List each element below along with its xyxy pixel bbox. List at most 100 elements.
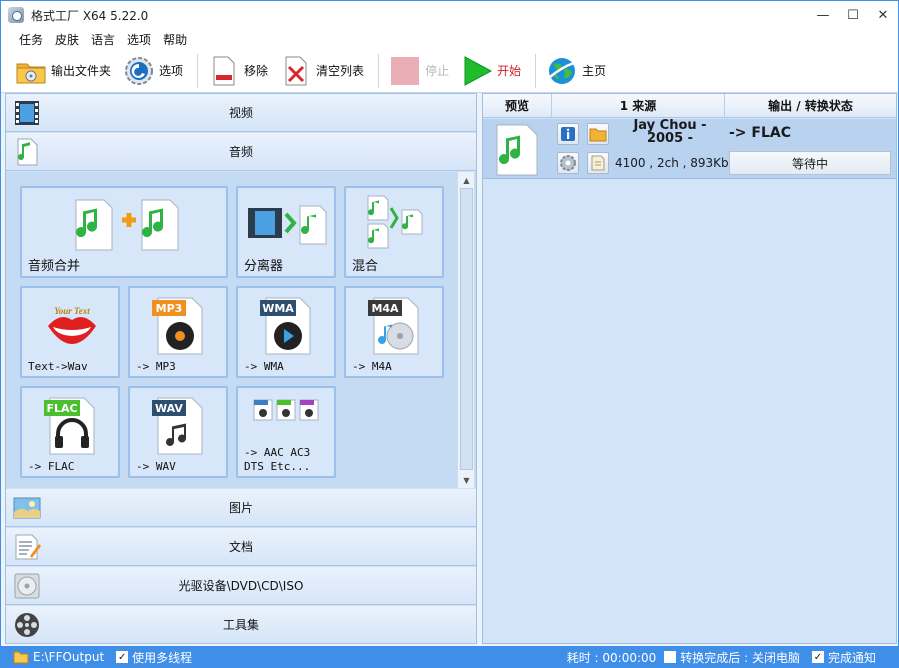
task-list-header: 预览 1 来源 输出 / 转换状态 — [483, 94, 896, 118]
category-panel: 视频 音频 音频合并 分离器 混合 Your Text Text->Wav MP… — [5, 93, 477, 644]
m4a-badge: M4A — [371, 302, 399, 315]
globe-icon — [546, 55, 578, 87]
open-folder-button[interactable] — [587, 123, 609, 145]
to-wma-tile[interactable]: WMA -> WMA — [236, 286, 336, 378]
category-tools[interactable]: 工具集 — [6, 606, 476, 644]
clear-list-icon — [280, 55, 312, 87]
audio-merge-tile[interactable]: 音频合并 — [20, 186, 228, 278]
to-aac-ac3-dts-tile[interactable]: -> AAC AC3 DTS Etc... — [236, 386, 336, 478]
category-document[interactable]: 文档 — [6, 528, 476, 566]
elapsed-time: 耗时 : 00:00:00 — [567, 649, 657, 666]
text-to-wav-tile[interactable]: Your Text Text->Wav — [20, 286, 120, 378]
menu-language[interactable]: 语言 — [85, 31, 121, 48]
maximize-button[interactable]: ☐ — [838, 1, 868, 29]
wma-file-icon: WMA — [260, 297, 311, 355]
remove-button[interactable]: 移除 — [204, 51, 272, 91]
to-mp3-label: -> MP3 — [136, 360, 176, 373]
toolbar: 输出文件夹 选项 移除 清空列表 停止 开始 主页 — [1, 49, 898, 93]
start-button[interactable]: 开始 — [457, 51, 525, 91]
audio-splitter-label: 分离器 — [244, 259, 284, 274]
after-done-option[interactable]: 转换完成后 : 关闭电脑 — [664, 649, 800, 666]
header-output-status[interactable]: 输出 / 转换状态 — [725, 94, 896, 117]
scroll-thumb[interactable] — [460, 188, 473, 470]
audio-splitter-tile[interactable]: 分离器 — [236, 186, 336, 278]
source-title-line2: 2005 - — [646, 131, 694, 146]
task-row[interactable]: Jay Chou - 2005 - 4100 , 2ch , 893Kb -> … — [483, 119, 896, 179]
to-m4a-label: -> M4A — [352, 360, 392, 373]
clip-button[interactable] — [587, 152, 609, 174]
toolbar-separator — [378, 53, 380, 88]
clear-list-label: 清空列表 — [316, 64, 365, 78]
audio-tools-area: 音频合并 分离器 混合 Your Text Text->Wav MP3 -> M… — [6, 172, 476, 488]
stop-button[interactable]: 停止 — [385, 51, 453, 91]
audio-file-preview-icon — [496, 124, 538, 176]
options-button[interactable]: 选项 — [119, 51, 187, 91]
category-video[interactable]: 视频 — [6, 94, 476, 132]
output-path: E:\FFOutput — [33, 650, 105, 664]
scroll-down-icon[interactable]: ▼ — [458, 472, 475, 488]
clear-list-button[interactable]: 清空列表 — [276, 51, 368, 91]
to-flac-tile[interactable]: FLAC -> FLAC — [20, 386, 120, 478]
notify-checkbox[interactable]: ✓ — [811, 651, 824, 663]
picture-icon — [12, 493, 42, 523]
audio-mix-tile[interactable]: 混合 — [344, 186, 444, 278]
output-folder-button[interactable]: 输出文件夹 — [11, 51, 115, 91]
app-logo-icon — [8, 7, 24, 23]
category-audio-label: 音频 — [228, 145, 253, 159]
category-optical-disc[interactable]: 光驱设备\DVD\CD\ISO — [6, 567, 476, 605]
toolbar-separator — [535, 53, 537, 88]
flac-badge: FLAC — [46, 402, 77, 415]
disc-icon — [12, 571, 42, 601]
title-bar: 格式工厂 X64 5.22.0 — ☐ ✕ — [1, 1, 898, 29]
multithread-option[interactable]: ✓ 使用多线程 — [116, 649, 192, 666]
mp3-file-icon: MP3 — [152, 297, 203, 355]
scroll-up-icon[interactable]: ▲ — [458, 172, 475, 188]
header-source[interactable]: 1 来源 — [552, 94, 725, 117]
category-picture[interactable]: 图片 — [6, 489, 476, 527]
window-title: 格式工厂 X64 5.22.0 — [31, 8, 149, 23]
notify-label: 完成通知 — [827, 650, 876, 665]
folder-icon — [13, 651, 29, 664]
flac-file-icon: FLAC — [44, 397, 95, 455]
category-tools-label: 工具集 — [222, 618, 259, 632]
category-audio[interactable]: 音频 — [6, 133, 476, 171]
to-wav-label: -> WAV — [136, 460, 176, 473]
audio-merge-label: 音频合并 — [28, 259, 81, 274]
category-document-label: 文档 — [228, 540, 253, 554]
home-label: 主页 — [582, 64, 607, 78]
stop-label: 停止 — [425, 64, 450, 78]
close-button[interactable]: ✕ — [868, 1, 898, 29]
menu-help[interactable]: 帮助 — [157, 31, 193, 48]
audio-merge-icon — [75, 199, 179, 251]
window-controls: — ☐ ✕ — [808, 1, 898, 29]
task-settings-button[interactable] — [557, 152, 579, 174]
splitter-icon — [248, 205, 327, 245]
folder-icon — [15, 55, 47, 87]
to-wav-tile[interactable]: WAV -> WAV — [128, 386, 228, 478]
to-aac-ac3-dts-label: -> AAC AC3 DTS Etc... — [244, 446, 311, 473]
task-status[interactable]: 等待中 — [729, 151, 891, 175]
menu-task[interactable]: 任务 — [13, 31, 49, 48]
to-mp3-tile[interactable]: MP3 -> MP3 — [128, 286, 228, 378]
menu-skin[interactable]: 皮肤 — [49, 31, 85, 48]
after-done-label: 转换完成后 : 关闭电脑 — [680, 650, 800, 665]
category-video-label: 视频 — [228, 106, 253, 120]
to-m4a-tile[interactable]: M4A -> M4A — [344, 286, 444, 378]
audio-scrollbar[interactable]: ▲ ▼ — [457, 172, 474, 488]
multithread-checkbox[interactable]: ✓ — [116, 651, 129, 663]
minimize-button[interactable]: — — [808, 1, 838, 29]
gear-icon — [123, 55, 155, 87]
output-path-item[interactable]: E:\FFOutput — [13, 650, 104, 664]
source-info: 4100 , 2ch , 893Kb — [615, 156, 729, 170]
menu-options[interactable]: 选项 — [121, 31, 157, 48]
info-button[interactable] — [557, 123, 579, 145]
gear-icon — [560, 155, 576, 171]
audio-mix-label: 混合 — [352, 259, 379, 274]
header-preview[interactable]: 预览 — [483, 94, 552, 117]
notify-option[interactable]: ✓ 完成通知 — [811, 649, 876, 666]
after-done-checkbox[interactable] — [664, 651, 677, 663]
document-icon — [12, 532, 42, 562]
film-icon — [12, 98, 42, 128]
home-button[interactable]: 主页 — [542, 51, 610, 91]
toolbar-separator — [197, 53, 199, 88]
